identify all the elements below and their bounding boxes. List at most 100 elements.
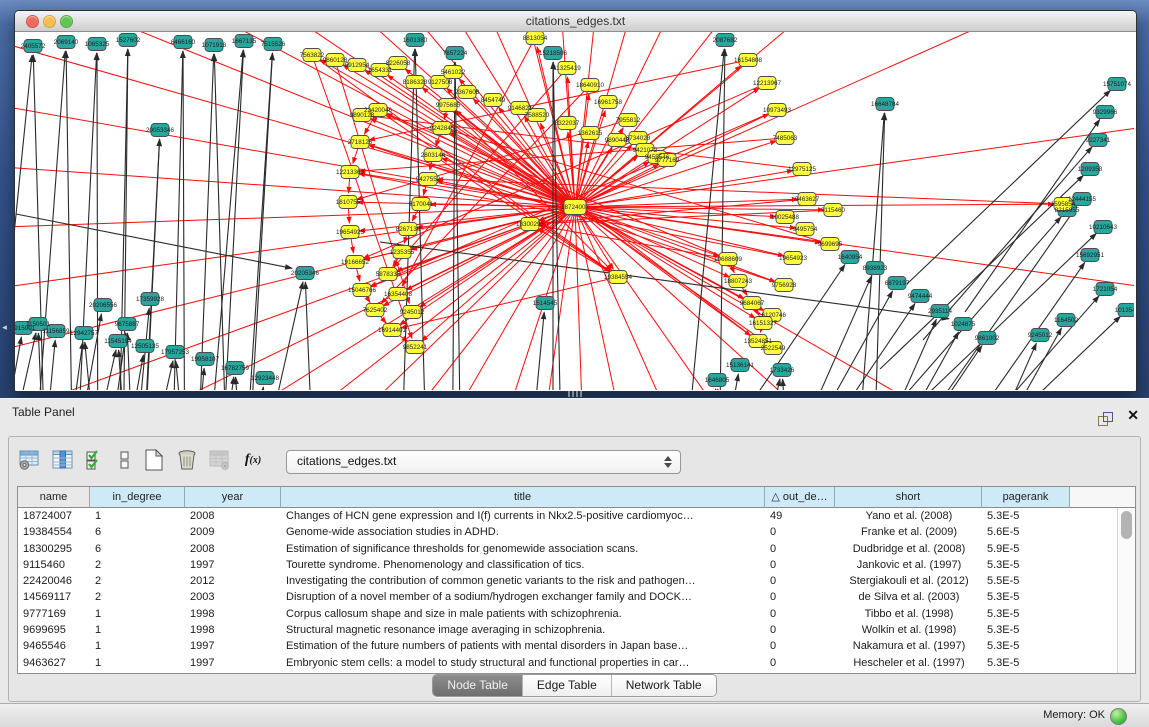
- cell[interactable]: 9777169: [18, 606, 90, 622]
- cell[interactable]: Corpus callosum shape and size in male p…: [281, 606, 765, 622]
- column-header-title[interactable]: title: [281, 487, 765, 508]
- cell[interactable]: Dudbridge et al. (2008): [835, 541, 982, 557]
- cell[interactable]: 1997: [185, 557, 281, 573]
- scrollbar-thumb[interactable]: [1121, 511, 1132, 539]
- cell[interactable]: 2: [90, 573, 185, 589]
- cell[interactable]: 0: [765, 541, 835, 557]
- cell[interactable]: 9115460: [18, 557, 90, 573]
- cell[interactable]: 49: [765, 508, 835, 524]
- new-file-icon[interactable]: [141, 447, 167, 473]
- tab-network-table[interactable]: Network Table: [612, 675, 716, 696]
- float-window-icon[interactable]: [1098, 412, 1112, 426]
- cell[interactable]: 0: [765, 622, 835, 638]
- cell[interactable]: 2009: [185, 524, 281, 540]
- function-builder-icon[interactable]: f(x): [240, 447, 266, 473]
- cell[interactable]: 1998: [185, 606, 281, 622]
- cell[interactable]: Tibbo et al. (1998): [835, 606, 982, 622]
- cell[interactable]: Tourette syndrome. Phenomenology and cla…: [281, 557, 765, 573]
- cell[interactable]: 0: [765, 606, 835, 622]
- cell[interactable]: 9699695: [18, 622, 90, 638]
- cell[interactable]: 0: [765, 655, 835, 671]
- table-row[interactable]: 1938455462009Genome-wide association stu…: [18, 524, 1135, 540]
- table-row[interactable]: 969969511998Structural magnetic resonanc…: [18, 622, 1135, 638]
- cell[interactable]: 5.3E-5: [982, 655, 1070, 671]
- table-row[interactable]: 1872400712008Changes of HCN gene express…: [18, 508, 1135, 524]
- table-row[interactable]: 977716911998Corpus callosum shape and si…: [18, 606, 1135, 622]
- cell[interactable]: 1997: [185, 638, 281, 654]
- cell[interactable]: 18724007: [18, 508, 90, 524]
- cell[interactable]: Investigating the contribution of common…: [281, 573, 765, 589]
- cell[interactable]: 14569117: [18, 589, 90, 605]
- cell[interactable]: Disruption of a novel member of a sodium…: [281, 589, 765, 605]
- column-header-year[interactable]: year: [185, 487, 281, 508]
- cell[interactable]: 5.6E-5: [982, 524, 1070, 540]
- column-header-in_degree[interactable]: in_degree: [90, 487, 185, 508]
- cell[interactable]: 5.3E-5: [982, 638, 1070, 654]
- column-header-pagerank[interactable]: pagerank: [982, 487, 1070, 508]
- cell[interactable]: de Silva et al. (2003): [835, 589, 982, 605]
- cell[interactable]: Estimation of significance thresholds fo…: [281, 541, 765, 557]
- cell[interactable]: 1: [90, 638, 185, 654]
- cell[interactable]: 0: [765, 573, 835, 589]
- cell[interactable]: 6: [90, 524, 185, 540]
- table-row[interactable]: 1456911722003Disruption of a novel membe…: [18, 589, 1135, 605]
- cell[interactable]: 1998: [185, 622, 281, 638]
- cell[interactable]: Wolkin et al. (1998): [835, 622, 982, 638]
- select-all-icon[interactable]: [83, 447, 109, 473]
- table-row[interactable]: 946362711997Embryonic stem cells: a mode…: [18, 655, 1135, 671]
- cell[interactable]: Nakamura et al. (1997): [835, 638, 982, 654]
- close-panel-icon[interactable]: ✕: [1127, 408, 1139, 422]
- table-row[interactable]: 946554611997Estimation of the future num…: [18, 638, 1135, 654]
- table-row[interactable]: 911546021997Tourette syndrome. Phenomeno…: [18, 557, 1135, 573]
- import-table-icon[interactable]: [207, 447, 233, 473]
- cell[interactable]: 5.3E-5: [982, 606, 1070, 622]
- cell[interactable]: 5.3E-5: [982, 589, 1070, 605]
- cell[interactable]: Estimation of the future numbers of pati…: [281, 638, 765, 654]
- column-visibility-icon[interactable]: [50, 447, 76, 473]
- cell[interactable]: 1: [90, 606, 185, 622]
- cell[interactable]: 2012: [185, 573, 281, 589]
- cell[interactable]: Structural magnetic resonance image aver…: [281, 622, 765, 638]
- table-selector-dropdown[interactable]: citations_edges.txt: [286, 450, 681, 474]
- cell[interactable]: 2: [90, 589, 185, 605]
- delete-table-icon[interactable]: [174, 447, 200, 473]
- column-header-name[interactable]: name: [18, 487, 90, 508]
- cell[interactable]: Franke et al. (2009): [835, 524, 982, 540]
- cell[interactable]: Changes of HCN gene expression and I(f) …: [281, 508, 765, 524]
- cell[interactable]: 1: [90, 508, 185, 524]
- cell[interactable]: 0: [765, 589, 835, 605]
- cell[interactable]: 5.5E-5: [982, 573, 1070, 589]
- cell[interactable]: Stergiakouli et al. (2012): [835, 573, 982, 589]
- panel-divider-grip[interactable]: [568, 391, 582, 397]
- cell[interactable]: Hescheler et al. (1997): [835, 655, 982, 671]
- column-header-short[interactable]: short: [835, 487, 982, 508]
- column-header-out_de[interactable]: △ out_de…: [765, 487, 835, 508]
- table-row[interactable]: 2242004622012Investigating the contribut…: [18, 573, 1135, 589]
- cell[interactable]: Embryonic stem cells: a model to study s…: [281, 655, 765, 671]
- cell[interactable]: 1: [90, 622, 185, 638]
- cell[interactable]: 9465546: [18, 638, 90, 654]
- cell[interactable]: 22420046: [18, 573, 90, 589]
- table-settings-icon[interactable]: [17, 447, 43, 473]
- cell[interactable]: 2003: [185, 589, 281, 605]
- cell[interactable]: 0: [765, 638, 835, 654]
- table-row[interactable]: 1830029562008Estimation of significance …: [18, 541, 1135, 557]
- cell[interactable]: 1997: [185, 655, 281, 671]
- cell[interactable]: 19384554: [18, 524, 90, 540]
- cell[interactable]: 9463627: [18, 655, 90, 671]
- cell[interactable]: 5.3E-5: [982, 508, 1070, 524]
- cell[interactable]: 18300295: [18, 541, 90, 557]
- cell[interactable]: 5.9E-5: [982, 541, 1070, 557]
- table-scrollbar[interactable]: [1117, 508, 1135, 673]
- unselect-all-icon[interactable]: [116, 447, 134, 473]
- cell[interactable]: 2: [90, 557, 185, 573]
- cell[interactable]: Yano et al. (2008): [835, 508, 982, 524]
- network-canvas[interactable]: 2405572206914010653251527602646616010719…: [15, 32, 1134, 390]
- cell[interactable]: Genome-wide association studies in ADHD.: [281, 524, 765, 540]
- cell[interactable]: 2008: [185, 508, 281, 524]
- cell[interactable]: 0: [765, 524, 835, 540]
- tab-edge-table[interactable]: Edge Table: [523, 675, 612, 696]
- cell[interactable]: 1: [90, 655, 185, 671]
- network-window-titlebar[interactable]: citations_edges.txt: [15, 11, 1136, 32]
- panel-collapse-arrow-icon[interactable]: ◂: [0, 320, 9, 334]
